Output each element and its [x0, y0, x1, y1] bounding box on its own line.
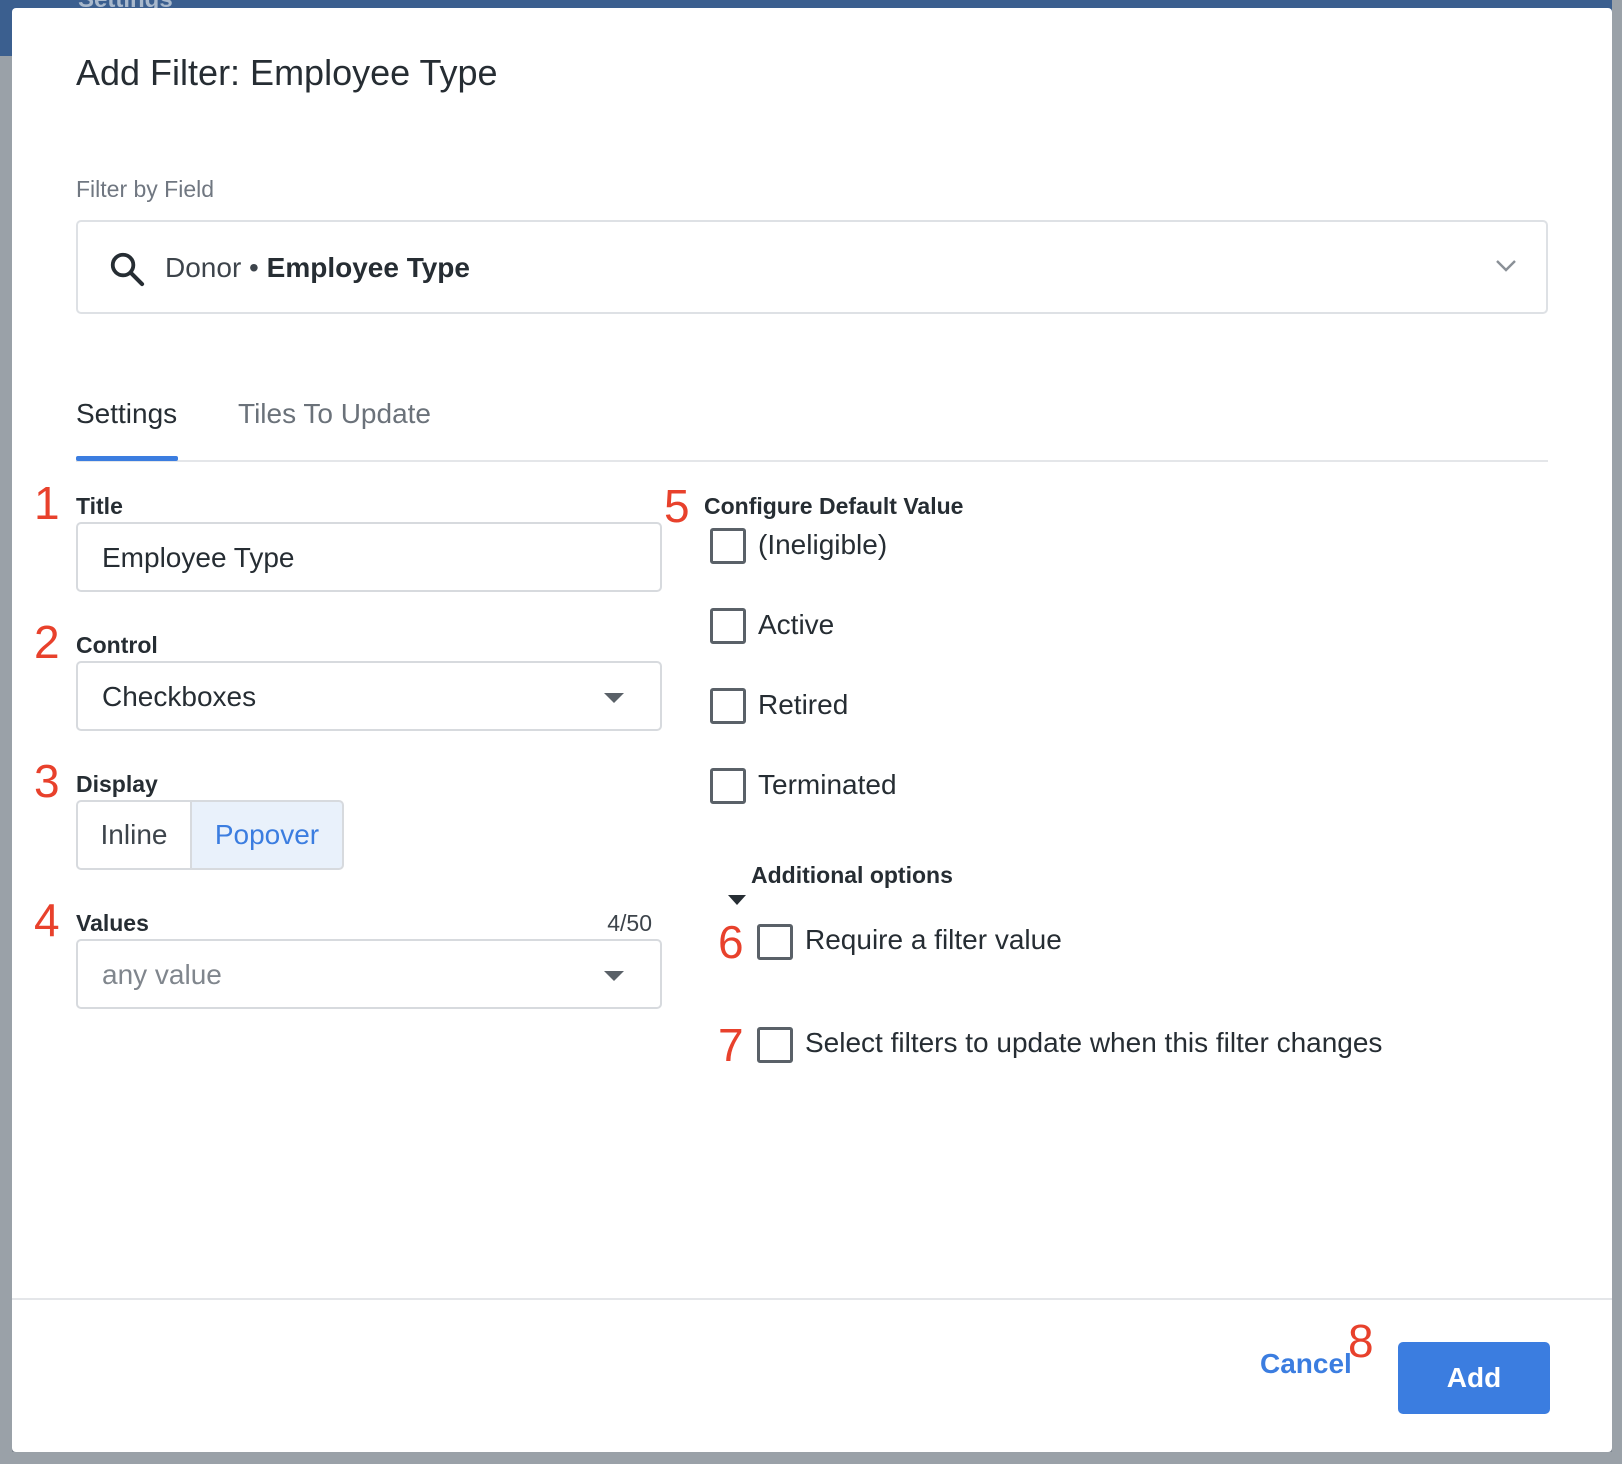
select-filters-label: Select filters to update when this filte… [805, 1027, 1383, 1058]
checkbox-label-active: Active [758, 609, 835, 640]
caret-down-icon [604, 971, 624, 981]
checkbox-ineligible[interactable] [710, 528, 746, 564]
checkbox-label-ineligible: (Ineligible) [758, 529, 888, 560]
dialog-title: Add Filter: Employee Type [76, 52, 498, 93]
field-separator: • [249, 252, 259, 283]
tabs-divider [76, 460, 1548, 462]
background-page-right [1612, 0, 1622, 1464]
annotation-8: 8 [1348, 1315, 1374, 1367]
display-popover-button[interactable]: Popover [192, 800, 344, 870]
values-label: Values [76, 910, 149, 936]
search-icon [110, 252, 145, 287]
tab-settings[interactable]: Settings [76, 398, 177, 430]
title-label: Title [76, 493, 123, 519]
display-toggle: Inline Popover [76, 800, 344, 870]
values-select[interactable]: any value [76, 939, 662, 1009]
field-name: Employee Type [266, 252, 470, 283]
values-counter: 4/50 [607, 910, 652, 936]
additional-options-toggle[interactable]: Additional options [751, 862, 953, 889]
active-tab-indicator [76, 456, 178, 461]
display-label: Display [76, 771, 158, 797]
tab-tiles-to-update[interactable]: Tiles To Update [238, 398, 431, 430]
control-label: Control [76, 632, 158, 658]
field-prefix: Donor [165, 252, 242, 283]
background-page-left [0, 56, 12, 1464]
cancel-button[interactable]: Cancel [1260, 1348, 1352, 1380]
filter-by-field-label: Filter by Field [76, 176, 215, 202]
annotation-4: 4 [34, 894, 60, 946]
annotation-7: 7 [718, 1019, 744, 1071]
annotation-2: 2 [34, 616, 60, 668]
annotation-1: 1 [34, 477, 60, 529]
annotation-5: 5 [664, 480, 690, 532]
control-select[interactable]: Checkboxes [76, 661, 662, 731]
footer-divider [12, 1298, 1612, 1300]
annotation-3: 3 [34, 755, 60, 807]
caret-down-icon [604, 693, 624, 703]
checkbox-terminated[interactable] [710, 768, 746, 804]
checkbox-label-retired: Retired [758, 689, 849, 720]
checkbox-retired[interactable] [710, 688, 746, 724]
checkbox-label-terminated: Terminated [758, 769, 897, 800]
require-filter-value-label: Require a filter value [805, 924, 1062, 955]
checkbox-select-filters-to-update[interactable] [757, 1027, 793, 1063]
add-button[interactable]: Add [1398, 1342, 1550, 1414]
values-placeholder: any value [102, 959, 222, 990]
add-filter-dialog: Add Filter: Employee Type Filter by Fiel… [12, 8, 1612, 1452]
filter-field-value: Donor • Employee Type [165, 252, 470, 284]
display-inline-button[interactable]: Inline [76, 800, 192, 870]
expand-triangle-icon[interactable] [728, 895, 746, 905]
filter-by-field-select[interactable]: Donor • Employee Type [76, 220, 1548, 314]
checkbox-active[interactable] [710, 608, 746, 644]
title-input[interactable]: Employee Type [76, 522, 662, 592]
chevron-down-icon[interactable] [1494, 258, 1518, 274]
title-input-value: Employee Type [102, 542, 295, 573]
control-select-value: Checkboxes [102, 681, 257, 712]
checkbox-require-filter-value[interactable] [757, 924, 793, 960]
annotation-6: 6 [718, 916, 744, 968]
background-page-bottom [0, 1452, 1622, 1464]
default-value-label: Configure Default Value [704, 493, 964, 519]
